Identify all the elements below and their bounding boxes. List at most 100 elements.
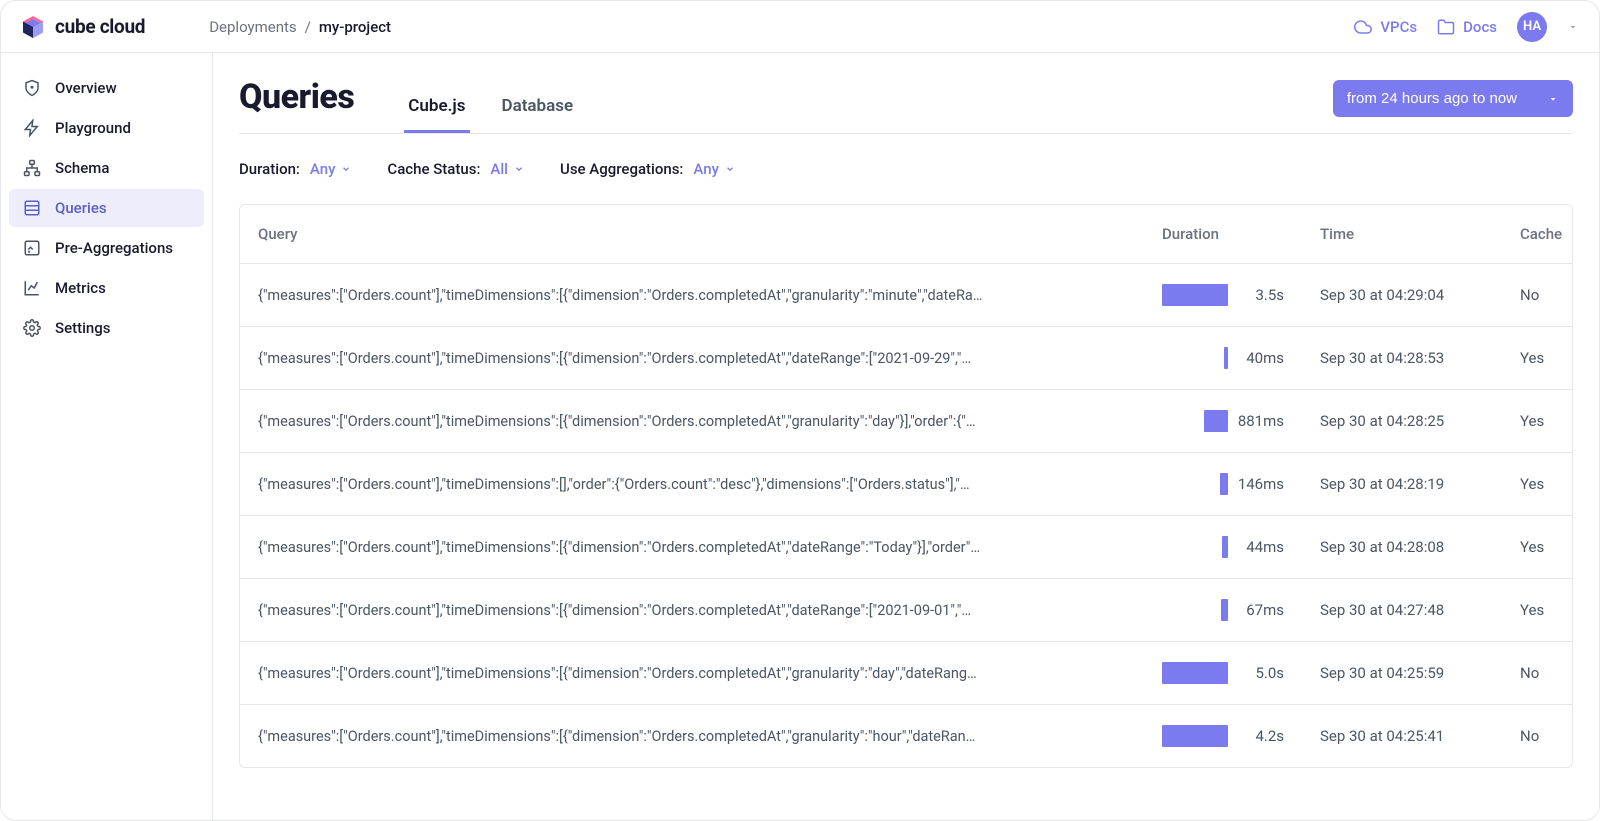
sidebar-item-label: Settings bbox=[55, 319, 111, 337]
filter-agg-value[interactable]: Any bbox=[693, 160, 735, 178]
folder-icon bbox=[1437, 18, 1455, 36]
cell-time: Sep 30 at 04:25:59 bbox=[1302, 644, 1502, 702]
vpcs-link[interactable]: VPCs bbox=[1354, 18, 1417, 36]
main-content: Queries Cube.js Database from 24 hours ag… bbox=[213, 53, 1599, 820]
table-row[interactable]: {"measures":["Orders.count"],"timeDimens… bbox=[240, 642, 1572, 705]
page-header: Queries Cube.js Database from 24 hours ag… bbox=[239, 77, 1573, 134]
table-row[interactable]: {"measures":["Orders.count"],"timeDimens… bbox=[240, 579, 1572, 642]
duration-bar bbox=[1224, 347, 1228, 369]
cube-logo-icon bbox=[21, 15, 45, 39]
cell-cache: No bbox=[1502, 644, 1572, 702]
filter-duration-value[interactable]: Any bbox=[310, 160, 352, 178]
table-row[interactable]: {"measures":["Orders.count"],"timeDimens… bbox=[240, 390, 1572, 453]
sidebar-item-label: Playground bbox=[55, 119, 131, 137]
cell-cache: No bbox=[1502, 266, 1572, 324]
sidebar-item-queries[interactable]: Queries bbox=[9, 189, 204, 227]
tabs: Cube.js Database bbox=[404, 82, 577, 133]
filter-duration-label: Duration: bbox=[239, 160, 300, 178]
filter-agg-label: Use Aggregations: bbox=[560, 160, 683, 178]
sidebar-item-playground[interactable]: Playground bbox=[9, 109, 204, 147]
sidebar-item-settings[interactable]: Settings bbox=[9, 309, 204, 347]
avatar[interactable]: HA bbox=[1517, 12, 1547, 42]
cell-duration: 44ms bbox=[1144, 516, 1302, 578]
table-row[interactable]: {"measures":["Orders.count"],"timeDimens… bbox=[240, 453, 1572, 516]
cell-query: {"measures":["Orders.count"],"timeDimens… bbox=[240, 582, 1144, 639]
shield-icon bbox=[23, 79, 41, 97]
queries-table: Query Duration Time Cache {"measures":["… bbox=[239, 204, 1573, 768]
sidebar-item-label: Queries bbox=[55, 199, 107, 217]
cell-query: {"measures":["Orders.count"],"timeDimens… bbox=[240, 456, 1144, 513]
chevron-down-icon bbox=[514, 164, 524, 174]
table-row[interactable]: {"measures":["Orders.count"],"timeDimens… bbox=[240, 516, 1572, 579]
sidebar: Overview Playground Schema Queries Pre-Aggre… bbox=[1, 53, 213, 820]
cell-duration: 5.0s bbox=[1144, 642, 1302, 704]
duration-text: 881ms bbox=[1238, 412, 1284, 430]
cell-time: Sep 30 at 04:28:53 bbox=[1302, 329, 1502, 387]
cell-cache: Yes bbox=[1502, 329, 1572, 387]
cell-query: {"measures":["Orders.count"],"timeDimens… bbox=[240, 393, 1144, 450]
sidebar-item-schema[interactable]: Schema bbox=[9, 149, 204, 187]
sidebar-item-pre-aggregations[interactable]: Pre-Aggregations bbox=[9, 229, 204, 267]
duration-bar bbox=[1204, 410, 1228, 432]
brand-text: cube cloud bbox=[55, 15, 145, 38]
logo[interactable]: cube cloud bbox=[21, 15, 145, 39]
duration-bar bbox=[1162, 725, 1228, 747]
table-row[interactable]: {"measures":["Orders.count"],"timeDimens… bbox=[240, 264, 1572, 327]
duration-text: 3.5s bbox=[1238, 286, 1284, 304]
sidebar-item-label: Schema bbox=[55, 159, 109, 177]
preagg-icon bbox=[23, 239, 41, 257]
cell-cache: Yes bbox=[1502, 581, 1572, 639]
tab-cube-js[interactable]: Cube.js bbox=[404, 82, 469, 133]
sidebar-item-label: Overview bbox=[55, 79, 117, 97]
cell-duration: 146ms bbox=[1144, 453, 1302, 515]
th-cache[interactable]: Cache bbox=[1502, 205, 1572, 263]
table-header: Query Duration Time Cache bbox=[240, 205, 1572, 264]
duration-text: 5.0s bbox=[1238, 664, 1284, 682]
duration-bar bbox=[1162, 284, 1228, 306]
th-time[interactable]: Time bbox=[1302, 205, 1502, 263]
cell-time: Sep 30 at 04:28:19 bbox=[1302, 455, 1502, 513]
gear-icon bbox=[23, 319, 41, 337]
duration-bar bbox=[1222, 536, 1228, 558]
breadcrumb-current[interactable]: my-project bbox=[319, 18, 391, 36]
duration-text: 4.2s bbox=[1238, 727, 1284, 745]
breadcrumb-root[interactable]: Deployments bbox=[209, 18, 296, 36]
sidebar-item-label: Pre-Aggregations bbox=[55, 239, 173, 257]
time-range-button[interactable]: from 24 hours ago to now bbox=[1333, 80, 1573, 117]
cell-query: {"measures":["Orders.count"],"timeDimens… bbox=[240, 519, 1144, 576]
duration-text: 40ms bbox=[1238, 349, 1284, 367]
docs-link[interactable]: Docs bbox=[1437, 18, 1497, 36]
th-query[interactable]: Query bbox=[240, 205, 1144, 263]
breadcrumb: Deployments / my-project bbox=[209, 18, 391, 36]
filter-cache-label: Cache Status: bbox=[387, 160, 480, 178]
duration-text: 146ms bbox=[1238, 475, 1284, 493]
filters: Duration: Any Cache Status: All Use Aggr… bbox=[239, 134, 1573, 204]
cell-cache: Yes bbox=[1502, 455, 1572, 513]
page-title: Queries bbox=[239, 77, 354, 133]
cell-time: Sep 30 at 04:27:48 bbox=[1302, 581, 1502, 639]
cell-duration: 881ms bbox=[1144, 390, 1302, 452]
cell-duration: 3.5s bbox=[1144, 264, 1302, 326]
sidebar-item-label: Metrics bbox=[55, 279, 106, 297]
cell-time: Sep 30 at 04:25:41 bbox=[1302, 707, 1502, 765]
duration-text: 44ms bbox=[1238, 538, 1284, 556]
chevron-down-icon bbox=[725, 164, 735, 174]
metrics-icon bbox=[23, 279, 41, 297]
cell-query: {"measures":["Orders.count"],"timeDimens… bbox=[240, 645, 1144, 702]
cloud-icon bbox=[1354, 18, 1372, 36]
bolt-icon bbox=[23, 119, 41, 137]
duration-text: 67ms bbox=[1238, 601, 1284, 619]
user-menu-caret-icon[interactable] bbox=[1567, 21, 1579, 33]
cell-query: {"measures":["Orders.count"],"timeDimens… bbox=[240, 708, 1144, 765]
th-duration[interactable]: Duration bbox=[1144, 205, 1302, 263]
cell-duration: 67ms bbox=[1144, 579, 1302, 641]
filter-cache-value[interactable]: All bbox=[490, 160, 524, 178]
sidebar-item-overview[interactable]: Overview bbox=[9, 69, 204, 107]
duration-bar bbox=[1221, 599, 1228, 621]
queries-icon bbox=[23, 199, 41, 217]
table-row[interactable]: {"measures":["Orders.count"],"timeDimens… bbox=[240, 705, 1572, 767]
table-row[interactable]: {"measures":["Orders.count"],"timeDimens… bbox=[240, 327, 1572, 390]
sidebar-item-metrics[interactable]: Metrics bbox=[9, 269, 204, 307]
cell-cache: Yes bbox=[1502, 392, 1572, 450]
tab-database[interactable]: Database bbox=[498, 82, 578, 133]
